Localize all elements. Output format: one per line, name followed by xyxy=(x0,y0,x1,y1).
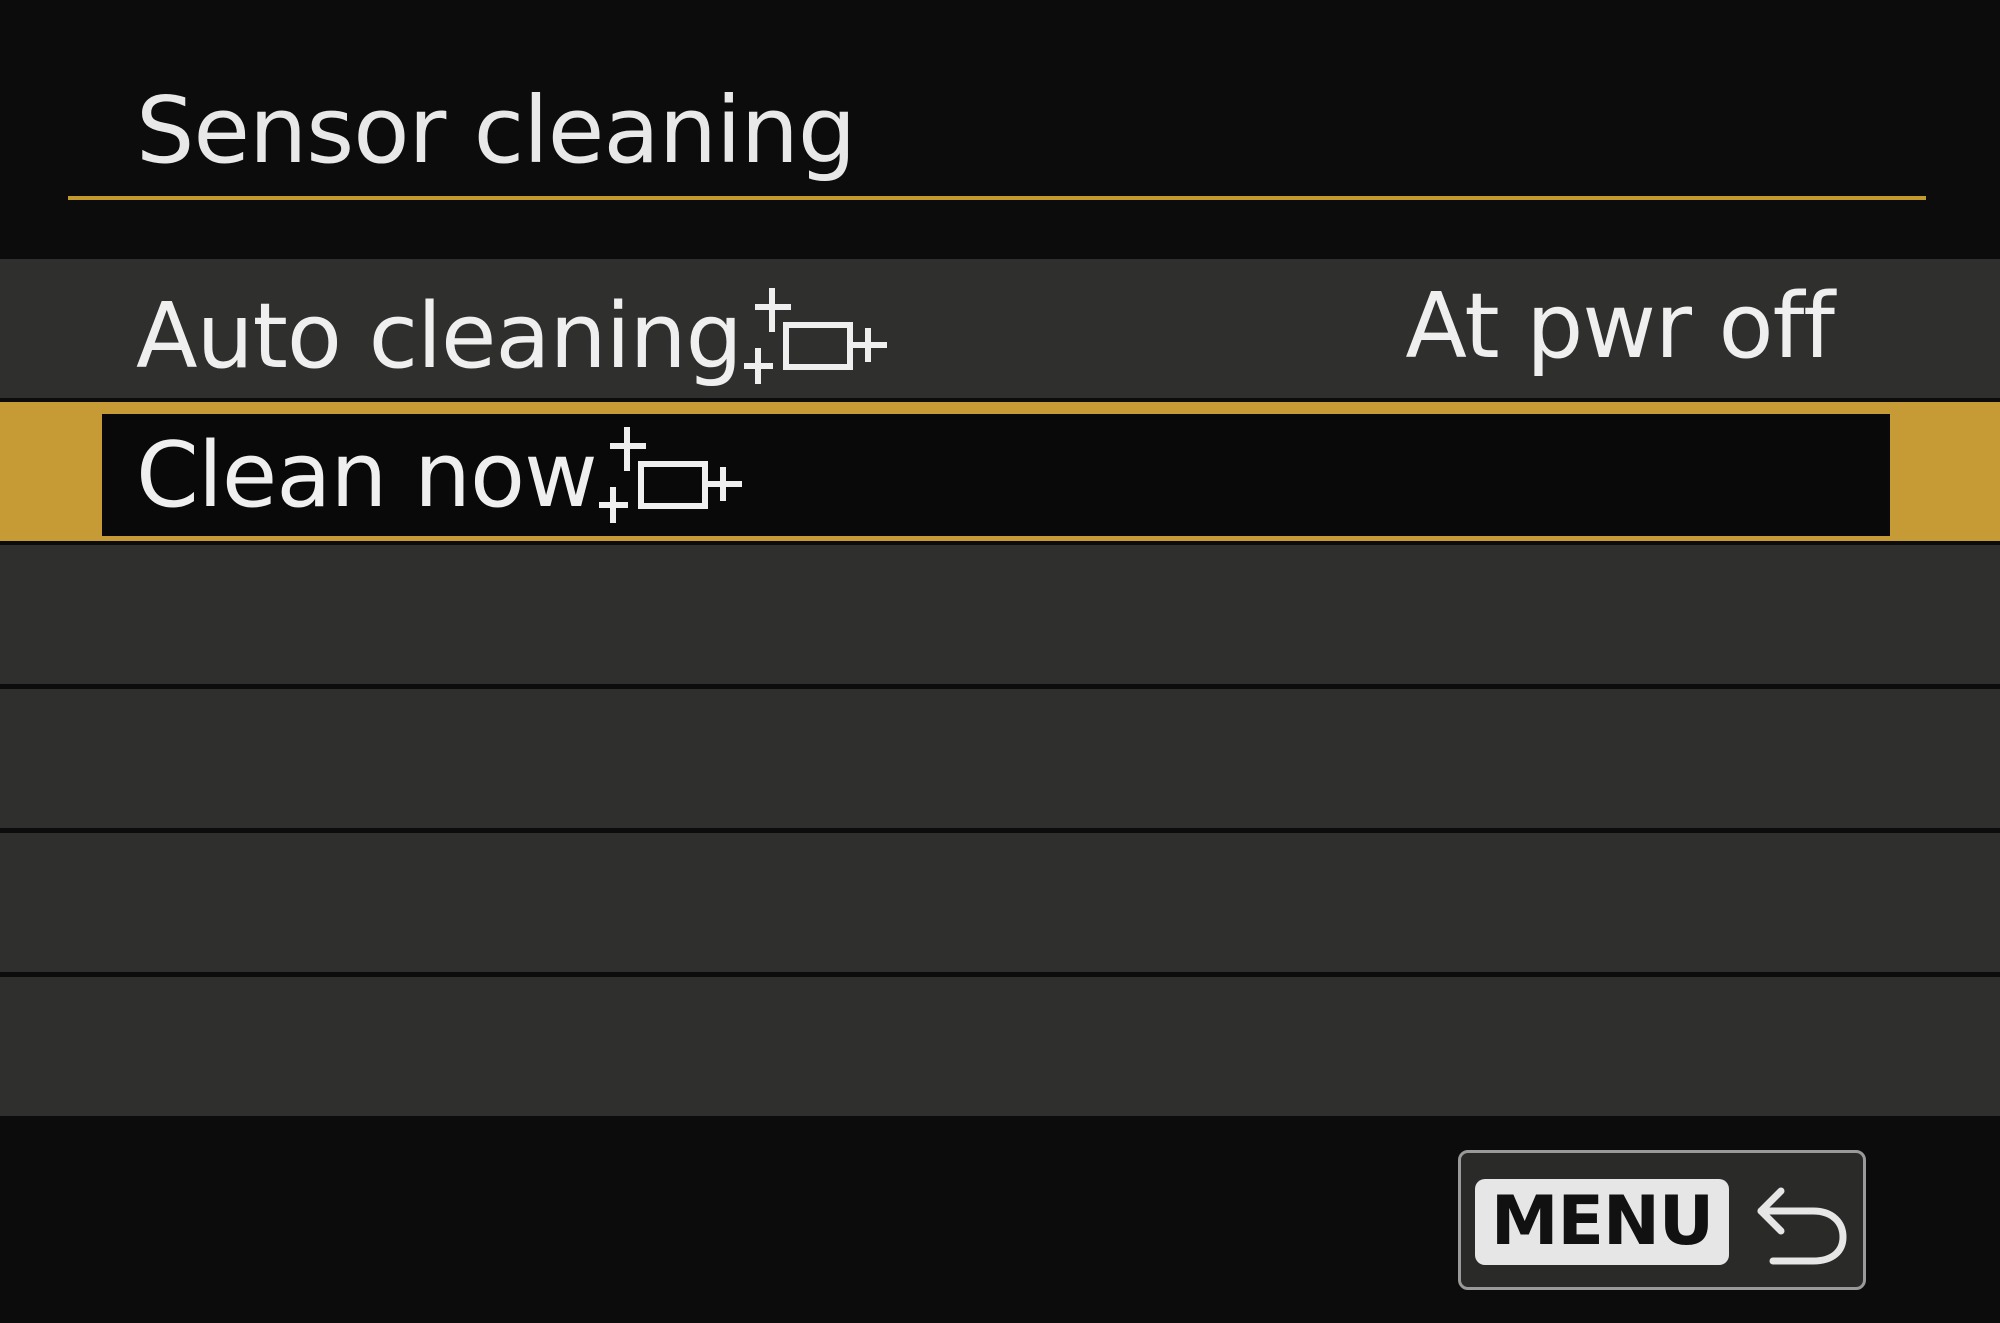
menu-item-label-wrap: Clean now xyxy=(136,416,749,526)
sensor-clean-icon xyxy=(598,427,742,523)
return-arrow-icon xyxy=(1757,1187,1847,1265)
menu-button-label: MENU xyxy=(1475,1179,1729,1265)
menu-item-label: Auto cleaning xyxy=(136,284,743,389)
title-divider xyxy=(68,196,1926,200)
menu-item-value: At pwr off xyxy=(1405,274,1835,379)
empty-menu-row xyxy=(0,833,2000,972)
empty-menu-row xyxy=(0,545,2000,684)
camera-menu-screen: Sensor cleaning Auto cleaning At pwr off… xyxy=(0,0,2000,1323)
menu-item-label: Clean now xyxy=(136,423,598,528)
menu-item-label-wrap: Auto cleaning xyxy=(136,277,894,387)
sensor-clean-icon xyxy=(743,288,887,384)
empty-menu-row xyxy=(0,689,2000,828)
page-title: Sensor cleaning xyxy=(136,77,856,184)
empty-menu-row xyxy=(0,977,2000,1116)
menu-item-auto-cleaning[interactable]: Auto cleaning At pwr off xyxy=(0,259,2000,398)
menu-back-button[interactable]: MENU xyxy=(1458,1150,1866,1290)
menu-list: Auto cleaning At pwr off Clean now xyxy=(0,259,2000,1119)
menu-item-clean-now[interactable]: Clean now xyxy=(0,402,2000,541)
